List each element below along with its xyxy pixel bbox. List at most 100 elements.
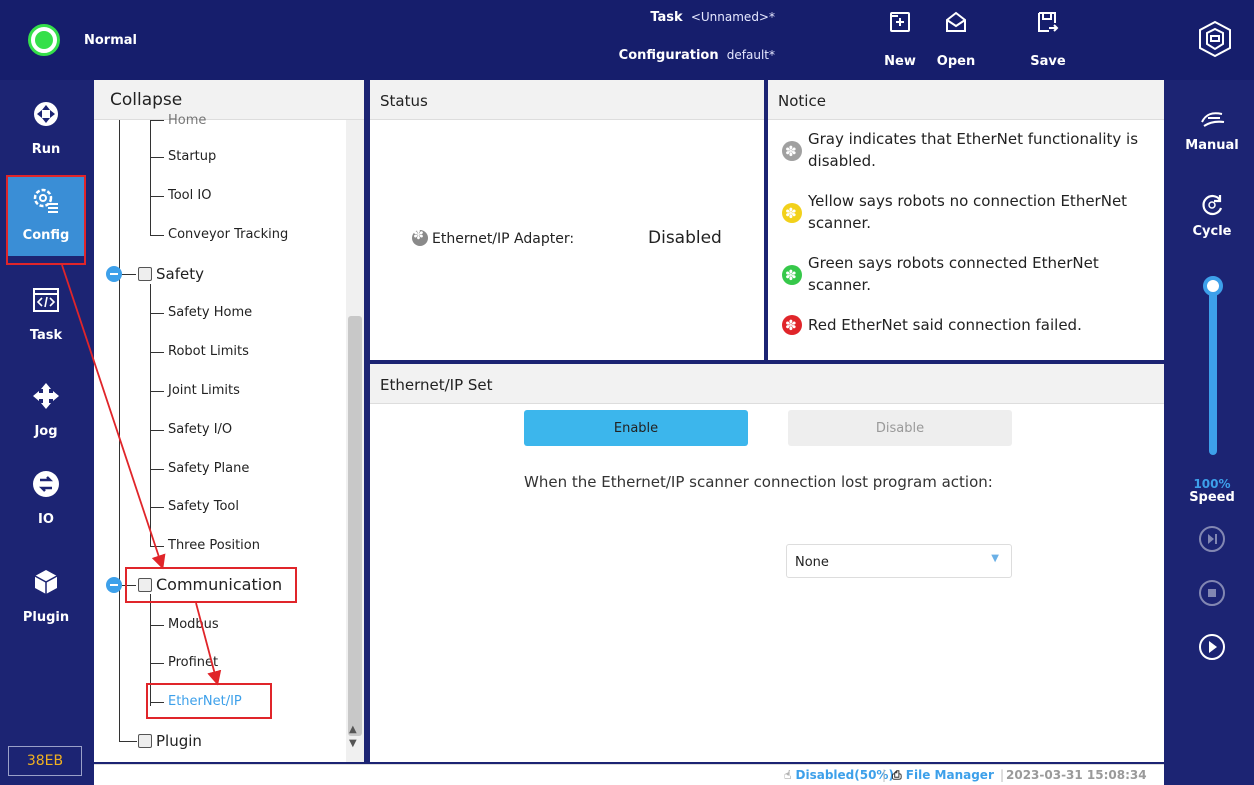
tree-connector — [150, 120, 164, 121]
manual-mode-button[interactable]: Manual — [1172, 108, 1252, 153]
play-button[interactable] — [1199, 634, 1225, 660]
status-panel: Status Ethernet/IP Adapter: Disabled — [370, 80, 764, 360]
tree-scrollbar-thumb[interactable] — [348, 316, 362, 736]
cycle-mode-button[interactable]: Cycle — [1172, 192, 1252, 239]
tree-item-safety-plane[interactable]: Safety Plane — [168, 461, 249, 476]
tree-header: Collapse — [94, 80, 364, 120]
nav-plugin-label: Plugin — [22, 610, 70, 625]
tree-scrollbar[interactable]: ▲ ▼ — [346, 120, 364, 762]
communication-collapse-toggle[interactable] — [106, 577, 122, 593]
adapter-label: Ethernet/IP Adapter: — [432, 231, 575, 247]
tree-group-plugin-label: Plugin — [156, 732, 202, 750]
notice-panel-header: Notice — [768, 80, 1164, 120]
tree-item-three-position[interactable]: Three Position — [168, 538, 260, 553]
task-code-icon — [33, 288, 59, 312]
communication-highlight-box — [125, 567, 297, 603]
robot-state-icon[interactable] — [28, 24, 60, 56]
plugin-list-icon — [138, 734, 152, 748]
tree-connector — [150, 196, 164, 197]
gray-status-icon — [782, 141, 802, 163]
stop-icon — [1208, 589, 1216, 597]
lost-action-select[interactable]: None ▼ — [786, 544, 1012, 578]
tree-connector — [119, 741, 137, 742]
tree-item-home[interactable]: Home — [168, 113, 206, 128]
cycle-icon — [1202, 194, 1223, 216]
task-value: <Unnamed>* — [690, 10, 775, 24]
notice-item-yellow: Yellow says robots no connection EtherNe… — [782, 190, 1158, 234]
tree-item-safety-io[interactable]: Safety I/O — [168, 422, 232, 437]
tree-item-joint-limits[interactable]: Joint Limits — [168, 383, 240, 398]
scroll-down-arrow-icon[interactable]: ▼ — [349, 738, 357, 749]
status-panel-header: Status — [370, 80, 764, 120]
open-button[interactable]: Open — [928, 4, 984, 76]
notice-text-green: Green says robots connected EtherNet sca… — [808, 254, 1099, 294]
tree-connector — [150, 663, 164, 664]
stop-button[interactable] — [1199, 580, 1225, 606]
open-envelope-icon — [946, 11, 966, 32]
notice-text-red: Red EtherNet said connection failed. — [808, 316, 1082, 334]
nav-task[interactable]: Task — [8, 276, 84, 356]
nav-run-label: Run — [31, 142, 61, 157]
play-icon — [1209, 641, 1217, 653]
new-button[interactable]: New — [872, 4, 928, 76]
tree-item-conveyor-tracking[interactable]: Conveyor Tracking — [168, 227, 288, 242]
new-button-label: New — [884, 54, 916, 69]
step-button[interactable] — [1199, 526, 1225, 552]
notice-text-yellow: Yellow says robots no connection EtherNe… — [808, 192, 1128, 232]
tree-connector — [150, 391, 164, 392]
new-file-icon — [890, 12, 910, 32]
tree-connector — [122, 274, 136, 275]
file-manager-link[interactable]: ⎙ File Manager — [892, 768, 994, 783]
tree-connector — [150, 430, 164, 431]
nav-jog[interactable]: Jog — [8, 372, 84, 452]
tree-item-tool-io[interactable]: Tool IO — [168, 188, 211, 203]
save-button[interactable]: Save — [1020, 4, 1076, 76]
speed-slider-thumb[interactable] — [1203, 276, 1223, 296]
run-icon — [34, 102, 58, 126]
step-icon — [1208, 534, 1217, 544]
configuration-value: default* — [726, 48, 775, 62]
save-icon — [1038, 12, 1059, 32]
ethernet-ip-highlight-box — [146, 683, 272, 719]
tree-connector — [119, 120, 120, 742]
nav-run[interactable]: Run — [8, 90, 84, 170]
adapter-status-gray-icon — [412, 228, 428, 246]
nav-io[interactable]: IO — [8, 460, 84, 540]
tree-item-profinet[interactable]: Profinet — [168, 655, 218, 670]
tree-body: Home Startup Tool IO Conveyor Tracking S… — [94, 113, 346, 762]
disable-button[interactable]: Disable — [788, 410, 1012, 446]
tree-connector — [150, 120, 151, 235]
file-manager-label: File Manager — [905, 768, 994, 782]
speed-readout: 100% Speed — [1172, 478, 1252, 505]
tree-item-safety-tool[interactable]: Safety Tool — [168, 499, 239, 514]
red-status-icon — [782, 315, 802, 337]
ethernet-ip-set-panel: Ethernet/IP Set Enable Disable When the … — [370, 364, 1164, 762]
tree-item-safety-home[interactable]: Safety Home — [168, 305, 252, 320]
enable-button[interactable]: Enable — [524, 410, 748, 446]
safety-collapse-toggle[interactable] — [106, 266, 122, 282]
notice-item-red: Red EtherNet said connection failed. — [782, 314, 1158, 337]
collapse-button[interactable]: Collapse — [110, 90, 182, 110]
jog-arrows-icon — [33, 383, 59, 409]
tree-connector — [150, 546, 164, 547]
nav-jog-label: Jog — [34, 424, 58, 439]
tree-item-robot-limits[interactable]: Robot Limits — [168, 344, 249, 359]
hand-icon — [1201, 112, 1225, 127]
configuration-info: Configuration default* — [560, 48, 775, 63]
scroll-up-arrow-icon[interactable]: ▲ — [349, 724, 357, 735]
tree-connector — [150, 625, 164, 626]
task-info: Task <Unnamed>* — [560, 10, 775, 25]
tree-group-safety[interactable]: Safety — [138, 265, 204, 283]
tree-item-modbus[interactable]: Modbus — [168, 617, 219, 632]
tree-item-startup[interactable]: Startup — [168, 149, 216, 164]
nav-plugin[interactable]: Plugin — [8, 558, 84, 638]
tree-group-plugin[interactable]: Plugin — [138, 732, 202, 750]
brand-logo-icon — [1199, 20, 1231, 58]
manual-label: Manual — [1185, 138, 1239, 153]
adapter-status-row: Ethernet/IP Adapter: — [412, 228, 575, 247]
notice-item-green: Green says robots connected EtherNet sca… — [782, 252, 1158, 296]
green-status-icon — [782, 265, 802, 287]
speed-slider-track[interactable] — [1209, 285, 1217, 455]
speed-label: Speed — [1189, 490, 1235, 505]
nav-task-label: Task — [29, 328, 63, 343]
